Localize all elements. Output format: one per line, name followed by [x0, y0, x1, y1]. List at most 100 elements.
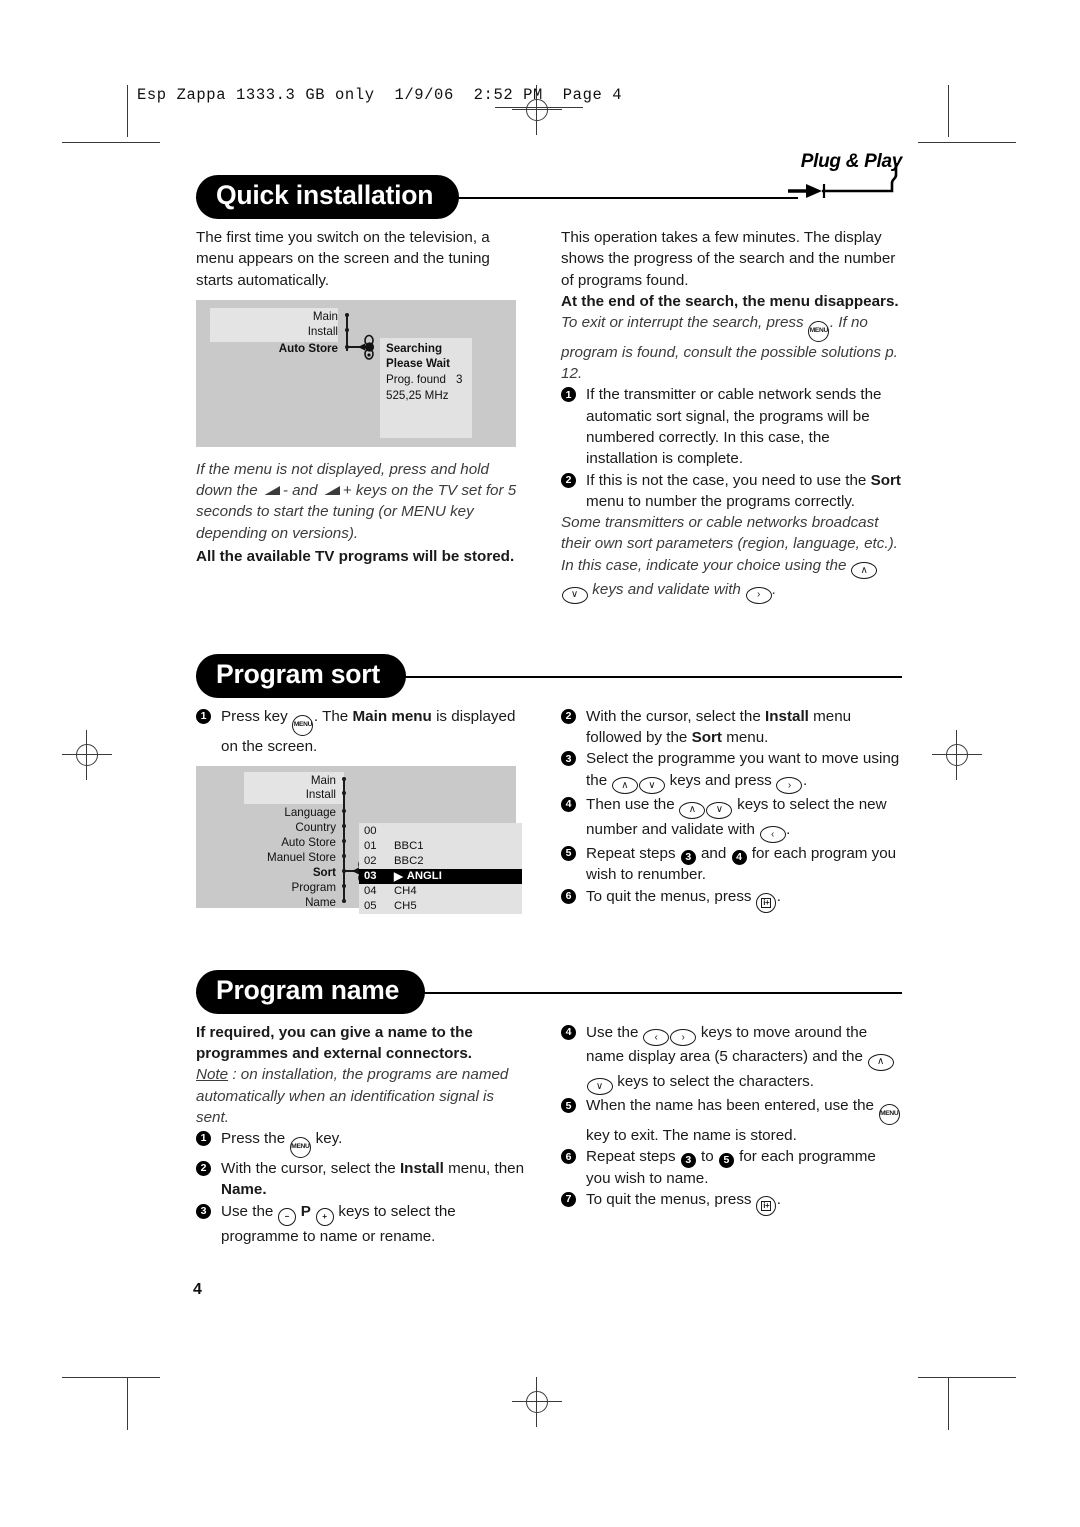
- tv-status-please-wait: Please Wait: [386, 356, 451, 370]
- step-text-post: key to exit. The name is stored.: [586, 1127, 797, 1145]
- step-text-post: keys to select the characters.: [613, 1072, 814, 1090]
- page-number: 4: [193, 1281, 202, 1298]
- cursor-up-key-icon[interactable]: ∧: [867, 1053, 894, 1071]
- quick-install-intro: The first time you switch on the televis…: [196, 229, 490, 289]
- step-number: 4: [561, 797, 577, 813]
- menu-key-icon[interactable]: MENU: [292, 714, 314, 736]
- program-name: ANGLI: [406, 870, 442, 883]
- program-name-right-column: 4 Use the ‹ › keys to move around the nam…: [561, 1022, 902, 1247]
- cursor-down-key-icon[interactable]: ∨: [706, 801, 733, 819]
- cursor-down-key-icon[interactable]: ∨: [586, 1078, 613, 1096]
- cursor-right-key-icon[interactable]: ›: [776, 777, 803, 795]
- program-list: 00 01 BBC1 02 BBC2 03 ▶ ANGLI 04 CH4 05 …: [359, 824, 522, 914]
- step-text-pre: Use the: [586, 1023, 643, 1041]
- program-number: 01: [364, 840, 377, 853]
- list-item[interactable]: 05 CH5: [359, 899, 522, 914]
- tv-menu-node: [342, 898, 346, 903]
- tv-menu-item-program: Program: [291, 880, 336, 894]
- step-number: 1: [561, 387, 577, 403]
- tv-menu-item-main: Main: [312, 309, 338, 323]
- crop-mark-top-left-h: [62, 142, 160, 144]
- list-item: 1 Press key MENU. The Main menu is displ…: [196, 706, 529, 757]
- step-text-mid: menu, then: [443, 1160, 525, 1178]
- menu-key-icon[interactable]: MENU: [808, 320, 830, 342]
- step-text-bold: Sort: [870, 471, 901, 489]
- list-item[interactable]: 02 BBC2: [359, 854, 522, 869]
- list-item: 1 If the transmitter or cable network se…: [561, 384, 902, 469]
- cursor-up-key-icon[interactable]: ∧: [679, 801, 706, 819]
- tv-status-frequency: 525,25 MHz: [386, 388, 449, 402]
- step-text-pre: If this is not the case, you need to use…: [586, 471, 871, 489]
- document-content: Quick installation Plug & Play The first…: [196, 151, 902, 1247]
- menu-key-icon[interactable]: MENU: [878, 1104, 900, 1126]
- step-text: If the transmitter or cable network send…: [586, 386, 882, 468]
- cursor-left-key-icon[interactable]: ‹: [643, 1029, 670, 1047]
- step-text-post: menu to number the programs correctly.: [586, 492, 856, 510]
- step-text-bold: Main menu: [352, 707, 432, 725]
- step-text-pre: Press the: [221, 1130, 290, 1148]
- list-item[interactable]: 00: [359, 824, 522, 839]
- exit-note-a: To exit or interrupt the search, press: [561, 314, 804, 332]
- list-item: 4 Then use the ∧ ∨ keys to select the new…: [561, 794, 902, 844]
- section-title: Quick installation: [196, 175, 460, 220]
- tv-status-prog-found-label: Prog. found: [386, 372, 446, 386]
- crop-mark-bottom-right-v: [948, 1378, 950, 1430]
- cursor-left-key-icon[interactable]: ‹: [759, 826, 786, 844]
- program-sort-left-column: 1 Press key MENU. The Main menu is displ…: [196, 706, 529, 920]
- step-number: 1: [196, 1131, 211, 1147]
- volume-down-icon: [263, 481, 282, 496]
- step-number: 6: [561, 888, 577, 904]
- list-item: 1 Press the MENU key.: [196, 1128, 529, 1159]
- cursor-up-key-icon[interactable]: ∧: [851, 562, 878, 580]
- list-item: 6 To quit the menus, press i+.: [561, 886, 902, 913]
- info-key-icon[interactable]: i+: [756, 892, 777, 913]
- list-item[interactable]: 04 CH4: [359, 884, 522, 899]
- step-text-pre: To quit the menus, press: [586, 887, 756, 905]
- cursor-down-key-icon[interactable]: ∨: [561, 586, 588, 604]
- list-item: 2 If this is not the case, you need to u…: [561, 470, 902, 513]
- tv-menu-node: [345, 327, 349, 332]
- program-number: 00: [364, 825, 377, 838]
- tv-menu-item-sort: Sort: [312, 865, 336, 879]
- program-minus-key-icon[interactable]: −: [278, 1207, 297, 1226]
- program-name: CH5: [394, 900, 417, 913]
- section-title: Program sort: [196, 653, 407, 698]
- quick-install-steps: 1 If the transmitter or cable network se…: [561, 384, 902, 512]
- section-header-program-name: Program name: [196, 969, 902, 1016]
- registration-mark-right: [932, 730, 982, 780]
- tv-menu-node: [342, 790, 346, 795]
- tv-menu-node: [342, 808, 346, 813]
- step-number: 5: [561, 1098, 577, 1114]
- tv-menu-node: [342, 823, 346, 828]
- step-reference-3: 3: [680, 1153, 696, 1169]
- step-text-pre: With the cursor, select the: [586, 707, 765, 725]
- crop-mark-top-right-h: [918, 142, 1016, 144]
- list-item-selected[interactable]: 03 ▶ ANGLI: [359, 868, 522, 884]
- navigation-cursor-icon: [356, 334, 380, 360]
- cursor-right-key-icon[interactable]: ›: [670, 1029, 697, 1047]
- sort-note-b: keys and validate with: [592, 581, 741, 599]
- cursor-down-key-icon[interactable]: ∨: [638, 777, 665, 795]
- step-number: 4: [561, 1024, 577, 1040]
- step-text-pre: Use the: [221, 1202, 278, 1220]
- registration-mark-left: [62, 730, 112, 780]
- tv-menu-diagram-auto-store: Main Install Auto Store Searching Please…: [196, 299, 516, 447]
- list-item[interactable]: 01 BBC1: [359, 839, 522, 854]
- step-number: 5: [561, 846, 577, 862]
- step-text-pre: With the cursor, select the: [221, 1160, 400, 1178]
- cursor-right-key-icon[interactable]: ›: [745, 586, 772, 604]
- menu-key-icon[interactable]: MENU: [289, 1137, 311, 1159]
- registration-mark-bottom: [512, 1377, 562, 1427]
- step-text-pre: Repeat steps: [586, 1148, 680, 1166]
- crop-mark-bottom-left-v: [127, 1378, 129, 1430]
- cursor-up-key-icon[interactable]: ∧: [611, 777, 638, 795]
- step-text-post: menu.: [721, 729, 769, 747]
- volume-up-icon: [323, 481, 342, 496]
- step-text-b: . The: [313, 707, 349, 725]
- step-reference-5: 5: [718, 1153, 734, 1169]
- program-number: 05: [364, 900, 377, 913]
- note-label: Note: [196, 1066, 229, 1084]
- tv-menu-item-language: Language: [284, 805, 336, 819]
- info-key-icon[interactable]: i+: [756, 1196, 777, 1217]
- program-plus-key-icon[interactable]: +: [315, 1207, 334, 1226]
